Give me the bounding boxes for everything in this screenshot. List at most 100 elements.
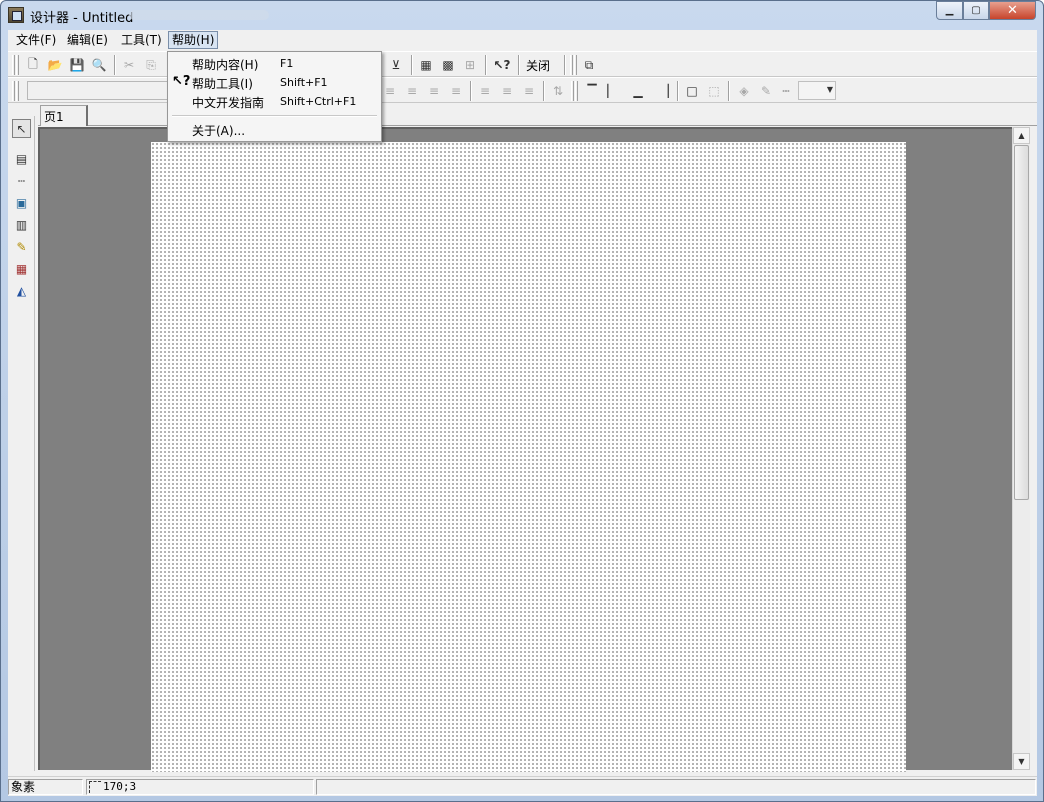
- text-direction-icon[interactable]: ⇅: [548, 81, 568, 101]
- toolbar-grip[interactable]: [12, 81, 15, 101]
- main-toolbar: 🗋 📂 💾 🔍 ✂ ⎘ ⊻ ▦ ▩ ⊞ ↖? 关闭 ⧉: [8, 51, 1037, 77]
- toolbar-grip[interactable]: [16, 55, 19, 75]
- highlight-pen-icon[interactable]: ✎: [12, 237, 31, 256]
- grid-icon[interactable]: ▦: [416, 55, 436, 75]
- menu-item-chinese-dev-guide[interactable]: 中文开发指南 Shift+Ctrl+F1: [170, 92, 379, 111]
- valign-bottom-icon[interactable]: ≡: [519, 81, 539, 101]
- window-title: 设计器 - Untitled: [30, 11, 134, 26]
- menu-item-label: 关于(A)...: [192, 124, 246, 138]
- pen-color-icon[interactable]: ✎: [756, 81, 776, 101]
- toolbar-separator: [485, 55, 487, 75]
- open-file-icon[interactable]: 📂: [45, 55, 65, 75]
- layout-icon[interactable]: ⊞: [460, 55, 480, 75]
- border-box-icon[interactable]: □: [682, 81, 702, 101]
- border-right-icon[interactable]: ▕: [654, 81, 674, 101]
- toolbar-grip[interactable]: [16, 81, 19, 101]
- menu-bar: 文件(F) 编辑(E) 工具(T) 帮助(H): [8, 30, 1037, 50]
- tab-page-1[interactable]: 页1: [40, 105, 88, 126]
- text-box-icon[interactable]: ▤: [12, 149, 31, 168]
- export-icon[interactable]: ⧉: [579, 55, 599, 75]
- maximize-button[interactable]: ▢: [963, 1, 989, 20]
- help-dropdown-menu: 帮助内容(H) F1 ↖? 帮助工具(I) Shift+F1 中文开发指南 Sh…: [167, 51, 382, 142]
- border-top-icon[interactable]: ▔: [582, 81, 602, 101]
- toolbar-separator: [728, 81, 730, 101]
- justify-icon[interactable]: ≡: [446, 81, 466, 101]
- toolbar-grip[interactable]: [574, 55, 577, 75]
- report-page-canvas[interactable]: [151, 142, 906, 772]
- menu-item-label: 帮助工具(I): [192, 77, 253, 91]
- vertical-scrollbar[interactable]: ▲ ▼: [1012, 127, 1030, 770]
- memo-icon[interactable]: ▥: [12, 215, 31, 234]
- design-workspace[interactable]: [38, 127, 1018, 772]
- menu-item-help-tool[interactable]: ↖? 帮助工具(I) Shift+F1: [170, 73, 379, 92]
- status-position-panel: 170;3: [86, 779, 314, 795]
- copy-icon[interactable]: ⎘: [141, 55, 161, 75]
- scroll-up-button[interactable]: ▲: [1013, 127, 1030, 144]
- select-pointer-icon[interactable]: ↖: [12, 119, 31, 138]
- toolbar-grip[interactable]: [571, 81, 574, 101]
- close-window-button[interactable]: ✕: [989, 1, 1036, 20]
- line-tool-icon[interactable]: ┄: [12, 171, 31, 190]
- status-message: [316, 779, 1036, 795]
- help-pointer-icon: ↖?: [172, 74, 191, 89]
- menu-edit[interactable]: 编辑(E): [65, 31, 110, 49]
- font-name-combo[interactable]: [27, 81, 172, 100]
- chevron-down-icon: ▼: [826, 85, 833, 94]
- title-extension: [129, 10, 269, 20]
- toolbar-grip[interactable]: [570, 55, 573, 75]
- app-window: 设计器 - Untitled ▁ ▢ ✕ 文件(F) 编辑(E) 工具(T) 帮…: [0, 0, 1044, 802]
- shape-icon[interactable]: ◭: [12, 281, 31, 300]
- toolbar-separator: [114, 55, 116, 75]
- toolbar-separator: [677, 81, 679, 101]
- format-toolbar: ≡ ≡ ≡ ≡ ≡ ≡ ≡ ⇅ ▔ ▏ ▁ ▕ □ ⬚ ◈ ✎ ┅ ▼: [8, 77, 1037, 103]
- line-width-combo[interactable]: ▼: [798, 81, 836, 100]
- print-preview-icon[interactable]: 🔍: [89, 55, 109, 75]
- new-file-icon[interactable]: 🗋: [23, 55, 43, 75]
- valign-middle-icon[interactable]: ≡: [497, 81, 517, 101]
- menu-item-help-contents[interactable]: 帮助内容(H) F1: [170, 54, 379, 73]
- scrollbar-thumb[interactable]: [1014, 145, 1029, 500]
- snap-to-grid-icon[interactable]: ▩: [438, 55, 458, 75]
- save-icon[interactable]: 💾: [67, 55, 87, 75]
- line-style-icon[interactable]: ┅: [776, 81, 796, 101]
- toolbar-separator: [543, 81, 545, 101]
- minimize-button[interactable]: ▁: [936, 1, 963, 20]
- border-bottom-icon[interactable]: ▁: [628, 81, 648, 101]
- status-unit: 象素: [8, 779, 83, 795]
- toolbar-separator: [564, 55, 566, 75]
- component-palette: ↖ ▤ ┄ ▣ ▥ ✎ ▦ ◭: [8, 116, 35, 771]
- align-center-icon[interactable]: ≡: [402, 81, 422, 101]
- title-bar[interactable]: 设计器 - Untitled ▁ ▢ ✕: [1, 1, 1043, 30]
- menu-separator: [172, 115, 377, 117]
- align-left-icon[interactable]: ≡: [380, 81, 400, 101]
- client-area: 文件(F) 编辑(E) 工具(T) 帮助(H) 🗋 📂 💾 🔍 ✂ ⎘ ⊻ ▦ …: [8, 30, 1037, 796]
- toolbar-separator: [470, 81, 472, 101]
- menu-item-label: 帮助内容(H): [192, 58, 259, 72]
- menu-item-label: 中文开发指南: [192, 96, 265, 110]
- border-dash-icon[interactable]: ⬚: [704, 81, 724, 101]
- status-bar: 象素 170;3: [8, 776, 1037, 796]
- toolbar-grip[interactable]: [12, 55, 15, 75]
- valign-top-icon[interactable]: ≡: [475, 81, 495, 101]
- menu-file[interactable]: 文件(F): [14, 31, 58, 49]
- cut-icon[interactable]: ✂: [119, 55, 139, 75]
- menu-item-shortcut: F1: [280, 57, 294, 70]
- align-right-icon[interactable]: ≡: [424, 81, 444, 101]
- menu-item-about[interactable]: 关于(A)...: [170, 120, 379, 139]
- menu-help[interactable]: 帮助(H): [168, 31, 219, 49]
- toolbar-grip[interactable]: [575, 81, 578, 101]
- help-tool-icon[interactable]: ↖?: [490, 55, 514, 75]
- fill-color-icon[interactable]: ◈: [734, 81, 754, 101]
- scroll-down-button[interactable]: ▼: [1013, 753, 1030, 770]
- close-button[interactable]: 关闭: [526, 57, 550, 74]
- rich-text-icon[interactable]: ▦: [12, 259, 31, 278]
- toolbar-separator: [411, 55, 413, 75]
- menu-item-shortcut: Shift+Ctrl+F1: [280, 95, 357, 108]
- position-icon: [89, 781, 101, 793]
- image-icon[interactable]: ▣: [12, 193, 31, 212]
- toolbar-separator: [518, 55, 520, 75]
- align-bottom-icon[interactable]: ⊻: [386, 55, 406, 75]
- border-left-icon[interactable]: ▏: [602, 81, 622, 101]
- app-icon: [8, 7, 24, 23]
- menu-tools[interactable]: 工具(T): [119, 31, 164, 49]
